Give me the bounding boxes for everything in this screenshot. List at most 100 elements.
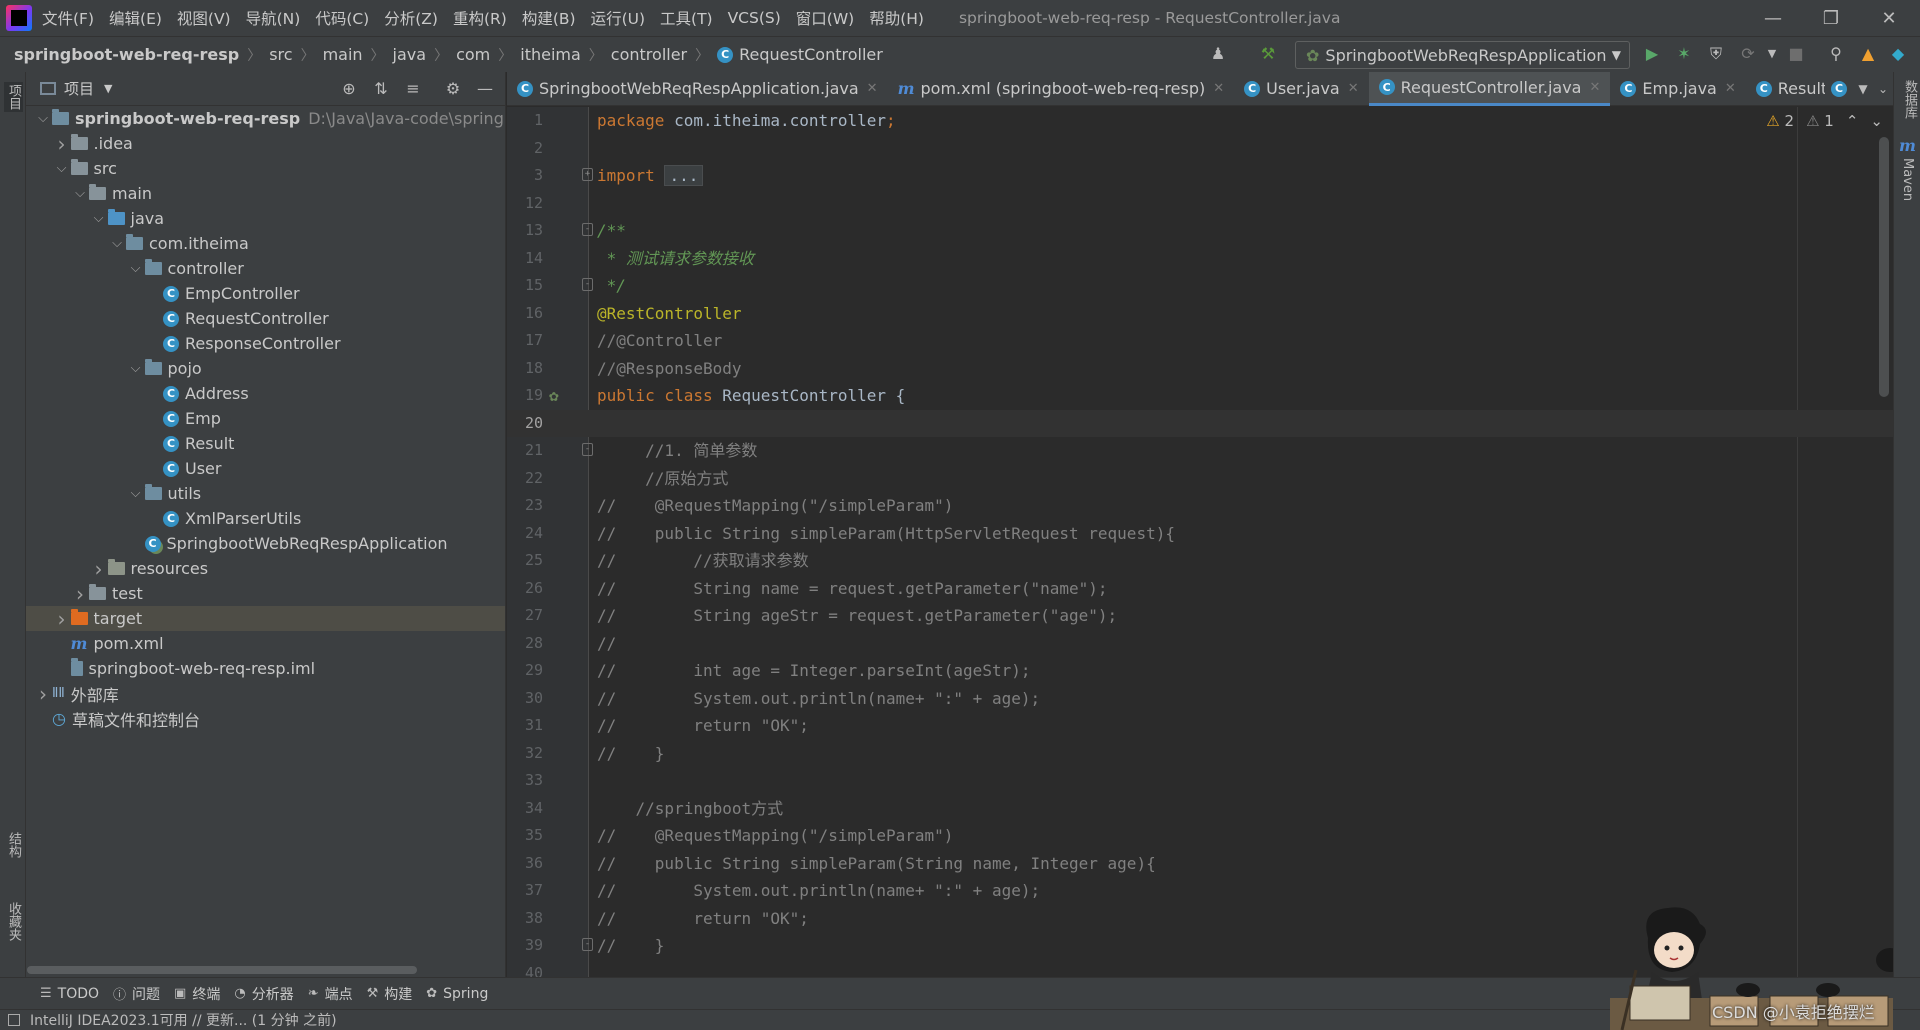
run-configuration-select[interactable]: ✿ SpringbootWebReqRespApplication ▼	[1295, 41, 1630, 69]
gear-icon[interactable]: ⚙	[443, 79, 463, 99]
editor-tab[interactable]: C SpringbootWebReqRespApplication.java ✕	[507, 72, 888, 106]
menu-item[interactable]: 编辑(E)	[109, 7, 162, 29]
chevron-down-icon[interactable]: ⌵	[127, 361, 145, 376]
menu-item[interactable]: 代码(C)	[315, 7, 369, 29]
menu-item[interactable]: 运行(U)	[591, 7, 645, 29]
user-icon[interactable]: ♟	[1208, 44, 1228, 64]
next-highlight-icon[interactable]: ⌄	[1870, 112, 1883, 130]
tree-row[interactable]: C Emp	[26, 406, 505, 431]
close-tab-icon[interactable]: ✕	[1348, 81, 1359, 96]
chevron-down-icon[interactable]: ⌵	[90, 211, 108, 226]
project-panel-title[interactable]: 项目	[64, 78, 94, 99]
breadcrumb-item[interactable]: controller	[611, 45, 687, 64]
chevron-right-icon[interactable]: ›	[71, 582, 89, 606]
chevron-right-icon[interactable]: ›	[53, 132, 71, 156]
status-message[interactable]: IntelliJ IDEA2023.1可用 // 更新... (1 分钟 之前)	[30, 1010, 337, 1030]
menu-item[interactable]: 窗口(W)	[796, 7, 854, 29]
weak-warning-count[interactable]: ⚠ 1	[1806, 112, 1834, 130]
menu-item[interactable]: 分析(Z)	[384, 7, 438, 29]
editor-tab[interactable]: CResult.java✕	[1746, 72, 1825, 106]
toolbox-icon[interactable]: ◆	[1888, 44, 1908, 64]
code-editor[interactable]: 1 package com.itheima.controller; 2 3 + impor…	[507, 107, 1893, 977]
tree-row[interactable]: › ⅡⅡ 外部库	[26, 681, 505, 706]
tree-row[interactable]: ⌵ src	[26, 156, 505, 181]
bottom-tool-info[interactable]: ⓘ 问题	[113, 984, 160, 1004]
fold-expand-icon[interactable]: +	[582, 168, 593, 181]
tree-row[interactable]: ⌵ main	[26, 181, 505, 206]
status-toggle-icon[interactable]	[8, 1014, 20, 1026]
close-tab-icon[interactable]: ✕	[1213, 81, 1224, 96]
chevron-down-icon[interactable]: ⌵	[34, 111, 52, 126]
tree-row[interactable]: ⌵ pojo	[26, 356, 505, 381]
tree-row[interactable]: C RequestController	[26, 306, 505, 331]
bottom-tool-spring[interactable]: ✿ Spring	[426, 986, 488, 1002]
breadcrumb-item[interactable]: springboot-web-req-resp	[14, 45, 239, 64]
fold-collapse-icon[interactable]: -	[582, 223, 593, 236]
bottom-tool-profiler[interactable]: ◔ 分析器	[234, 984, 293, 1004]
chevron-down-icon[interactable]: ⌵	[108, 236, 126, 251]
tree-row[interactable]: ⌵ java	[26, 206, 505, 231]
tree-row[interactable]: C Result	[26, 431, 505, 456]
database-tool-tab[interactable]: 数据库	[1900, 80, 1919, 119]
structure-tool-tab[interactable]: 结构	[4, 832, 23, 858]
fold-collapse-icon[interactable]: -	[582, 278, 593, 291]
tree-row[interactable]: C User	[26, 456, 505, 481]
more-tabs-icon[interactable]: ▼	[1853, 79, 1873, 99]
tree-row[interactable]: ⌵ com.itheima	[26, 231, 505, 256]
chevron-right-icon[interactable]: ›	[53, 607, 71, 631]
chevron-right-icon[interactable]: ›	[34, 682, 52, 706]
restore-button[interactable]: ❐	[1802, 0, 1860, 36]
tree-row[interactable]: springboot-web-req-resp.iml	[26, 656, 505, 681]
bottom-tool-endpoints[interactable]: ❧ 端点	[308, 984, 353, 1004]
run-icon[interactable]: ▶	[1642, 44, 1662, 64]
chevron-right-icon[interactable]: ›	[90, 557, 108, 581]
breadcrumb-item[interactable]: src	[269, 45, 292, 64]
locate-icon[interactable]: ⊕	[339, 79, 359, 99]
tree-row[interactable]: › test	[26, 581, 505, 606]
tree-row[interactable]: ⌵ utils	[26, 481, 505, 506]
tree-row[interactable]: C XmlParserUtils	[26, 506, 505, 531]
menu-item[interactable]: 导航(N)	[246, 7, 301, 29]
close-tab-icon[interactable]: ✕	[867, 81, 878, 96]
tree-row[interactable]: › target	[26, 606, 505, 631]
vertical-scrollbar[interactable]	[1879, 137, 1889, 397]
editor-tab[interactable]: C User.java ✕	[1234, 72, 1369, 106]
breadcrumb-item[interactable]: main	[323, 45, 363, 64]
inspection-widget[interactable]: ⚠ 2 ⚠ 1 ⌃ ⌄	[1766, 107, 1883, 135]
fold-collapse-icon[interactable]: -	[582, 938, 593, 951]
close-tab-icon[interactable]: ✕	[1725, 81, 1736, 96]
collapse-all-icon[interactable]: ≡	[403, 79, 423, 99]
search-icon[interactable]: ⚲	[1826, 44, 1846, 64]
breadcrumb-item[interactable]: java	[393, 45, 427, 64]
tree-row[interactable]: C SpringbootWebReqRespApplication	[26, 531, 505, 556]
tree-row[interactable]: › .idea	[26, 131, 505, 156]
favorites-tool-tab[interactable]: 收藏夹	[4, 902, 23, 941]
build-hammer-icon[interactable]: ⚒	[1258, 44, 1278, 64]
close-tab-icon[interactable]: ✕	[1589, 80, 1600, 95]
spring-bean-gutter-icon[interactable]: ✿	[549, 382, 559, 410]
hide-panel-icon[interactable]: —	[475, 79, 495, 99]
horizontal-scrollbar[interactable]	[27, 966, 417, 974]
bottom-tool-terminal[interactable]: ▣ 终端	[174, 984, 220, 1004]
tree-row[interactable]: ◷ 草稿文件和控制台	[26, 706, 505, 731]
chevron-down-icon[interactable]: ⌵	[53, 161, 71, 176]
editor-tab[interactable]: m pom.xml (springboot-web-req-resp) ✕	[888, 72, 1235, 106]
menu-item[interactable]: 文件(F)	[42, 7, 94, 29]
menu-item[interactable]: 重构(R)	[453, 7, 507, 29]
previous-highlight-icon[interactable]: ⌃	[1846, 112, 1859, 130]
editor-tab[interactable]: C Emp.java ✕	[1610, 72, 1745, 106]
tree-row[interactable]: ⌵ controller	[26, 256, 505, 281]
tree-row[interactable]: C Address	[26, 381, 505, 406]
minimize-button[interactable]: —	[1744, 0, 1802, 36]
tree-row[interactable]: C ResponseController	[26, 331, 505, 356]
more-run-chevron-icon[interactable]: ▼	[1762, 44, 1782, 64]
breadcrumb-item[interactable]: com	[456, 45, 490, 64]
expand-all-icon[interactable]: ⇅	[371, 79, 391, 99]
bottom-tool-list[interactable]: ☰ TODO	[40, 986, 99, 1002]
coverage-icon[interactable]: ⛨	[1706, 44, 1726, 64]
warning-count[interactable]: ⚠ 2	[1766, 112, 1794, 130]
project-tool-tab[interactable]: 项目	[4, 82, 23, 112]
editor-tab[interactable]: C RequestController.java ✕	[1368, 71, 1611, 106]
chevron-down-icon[interactable]: ⌵	[127, 486, 145, 501]
profile-icon[interactable]: ⟳	[1738, 44, 1758, 64]
